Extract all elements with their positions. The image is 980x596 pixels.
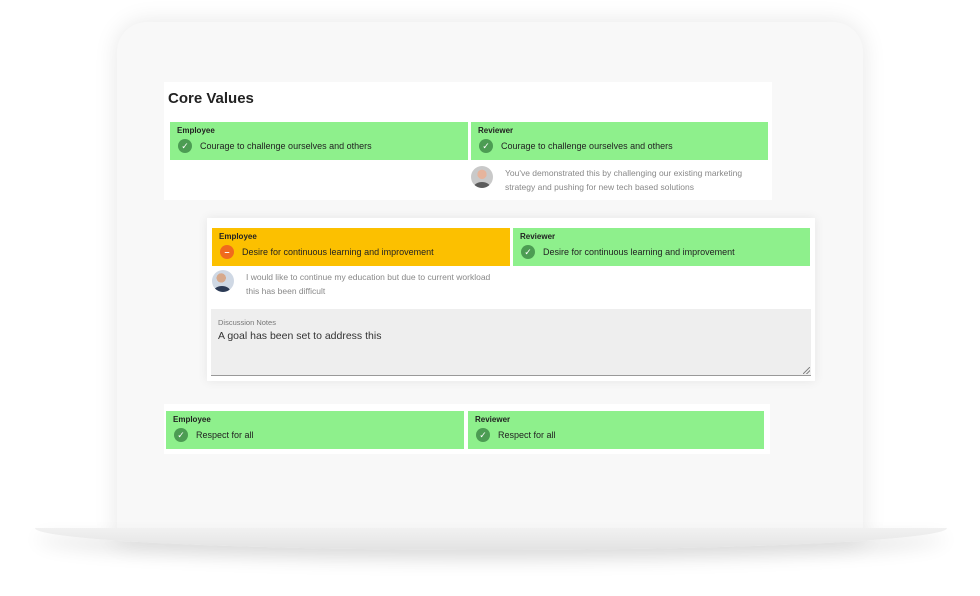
- check-circle-icon: ✓: [476, 428, 490, 442]
- discussion-notes-label: Discussion Notes: [218, 318, 276, 327]
- employee-value-text: Respect for all: [196, 430, 254, 440]
- employee-value-text: Courage to challenge ourselves and other…: [200, 141, 372, 151]
- check-circle-icon: ✓: [178, 139, 192, 153]
- employee-rating-box[interactable]: Employee ✓ Respect for all: [166, 411, 464, 449]
- reviewer-label: Reviewer: [475, 415, 511, 424]
- core-value-card-3: Employee ✓ Respect for all Reviewer ✓ Re…: [164, 404, 770, 454]
- reviewer-rating-box[interactable]: Reviewer ✓ Courage to challenge ourselve…: [471, 122, 768, 160]
- employee-comment-text: I would like to continue my education bu…: [246, 272, 491, 296]
- core-value-card-2: Employee – Desire for continuous learnin…: [207, 218, 815, 381]
- reviewer-value-text: Respect for all: [498, 430, 556, 440]
- employee-avatar: [212, 270, 234, 292]
- reviewer-rating-box[interactable]: Reviewer ✓ Desire for continuous learnin…: [513, 228, 810, 266]
- employee-comment: I would like to continue my education bu…: [212, 270, 496, 298]
- reviewer-rating-box[interactable]: Reviewer ✓ Respect for all: [468, 411, 764, 449]
- reviewer-comment: You've demonstrated this by challenging …: [471, 166, 755, 194]
- discussion-notes-field[interactable]: Discussion Notes A goal has been set to …: [211, 309, 811, 376]
- section-title: Core Values: [168, 90, 254, 107]
- minus-circle-icon: –: [220, 245, 234, 259]
- laptop-base: [35, 528, 947, 550]
- check-circle-icon: ✓: [174, 428, 188, 442]
- reviewer-label: Reviewer: [520, 232, 556, 241]
- employee-label: Employee: [219, 232, 257, 241]
- check-circle-icon: ✓: [521, 245, 535, 259]
- check-circle-icon: ✓: [479, 139, 493, 153]
- core-value-card-1: Core Values Employee ✓ Courage to challe…: [164, 82, 772, 200]
- reviewer-value-text: Courage to challenge ourselves and other…: [501, 141, 673, 151]
- employee-rating-box[interactable]: Employee ✓ Courage to challenge ourselve…: [170, 122, 468, 160]
- employee-rating-box[interactable]: Employee – Desire for continuous learnin…: [212, 228, 510, 266]
- resize-handle-icon[interactable]: [803, 367, 810, 374]
- employee-label: Employee: [177, 126, 215, 135]
- discussion-notes-value[interactable]: A goal has been set to address this: [218, 330, 804, 342]
- reviewer-label: Reviewer: [478, 126, 514, 135]
- employee-label: Employee: [173, 415, 211, 424]
- reviewer-comment-text: You've demonstrated this by challenging …: [505, 168, 743, 192]
- reviewer-value-text: Desire for continuous learning and impro…: [543, 247, 735, 257]
- reviewer-avatar: [471, 166, 493, 188]
- employee-value-text: Desire for continuous learning and impro…: [242, 247, 434, 257]
